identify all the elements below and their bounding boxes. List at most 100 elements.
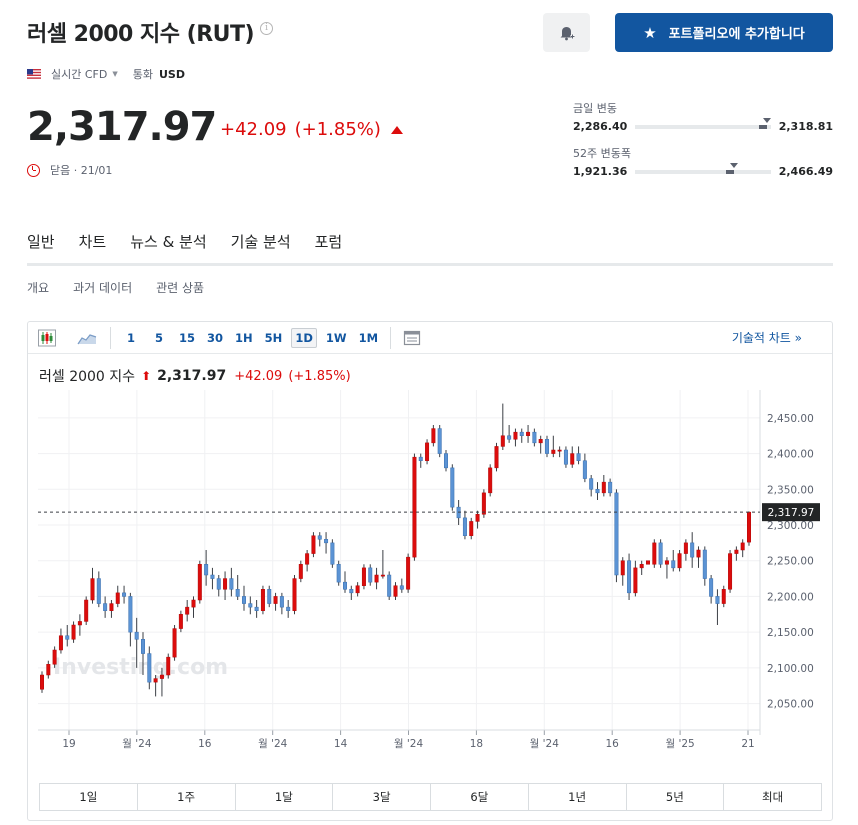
candle-body[interactable] bbox=[450, 467, 455, 508]
candle-body[interactable] bbox=[380, 574, 385, 577]
candle-body[interactable] bbox=[336, 564, 341, 583]
candle-body[interactable] bbox=[513, 431, 518, 440]
interval-1[interactable]: 1 bbox=[120, 328, 142, 348]
candle-body[interactable] bbox=[595, 489, 600, 494]
candle-body[interactable] bbox=[311, 535, 316, 554]
candle-body[interactable] bbox=[740, 542, 745, 551]
candle-body[interactable] bbox=[273, 596, 278, 604]
candle-body[interactable] bbox=[77, 621, 82, 626]
candle-body[interactable] bbox=[141, 639, 145, 654]
candle-body[interactable] bbox=[65, 635, 70, 640]
candle-body[interactable] bbox=[500, 435, 505, 447]
candle-body[interactable] bbox=[589, 478, 594, 490]
interval-15[interactable]: 15 bbox=[176, 328, 198, 348]
candle-body[interactable] bbox=[292, 578, 297, 611]
candle-body[interactable] bbox=[734, 549, 739, 554]
candlestick-type-icon[interactable] bbox=[32, 326, 62, 350]
candle-body[interactable] bbox=[387, 574, 392, 597]
candle-body[interactable] bbox=[267, 589, 272, 604]
candle-body[interactable] bbox=[305, 553, 310, 565]
candle-body[interactable] bbox=[197, 564, 202, 601]
candle-body[interactable] bbox=[223, 578, 228, 590]
chevron-down-icon[interactable]: ▼ bbox=[112, 70, 117, 78]
candle-body[interactable] bbox=[715, 596, 720, 604]
candle-body[interactable] bbox=[71, 624, 76, 640]
tab-overview[interactable]: 일반 bbox=[27, 216, 55, 266]
candle-body[interactable] bbox=[526, 431, 531, 436]
candle-body[interactable] bbox=[399, 585, 404, 590]
candle-body[interactable] bbox=[690, 542, 695, 558]
candle-body[interactable] bbox=[90, 578, 95, 601]
interval-1w[interactable]: 1W bbox=[323, 328, 350, 348]
candle-body[interactable] bbox=[254, 606, 259, 611]
area-chart-icon[interactable] bbox=[72, 326, 102, 350]
candle-body[interactable] bbox=[343, 581, 347, 590]
candle-body[interactable] bbox=[728, 553, 733, 590]
candle-body[interactable] bbox=[677, 553, 682, 569]
candle-body[interactable] bbox=[393, 585, 398, 597]
candle-body[interactable] bbox=[658, 542, 663, 565]
candle-body[interactable] bbox=[166, 656, 171, 676]
candle-body[interactable] bbox=[431, 428, 436, 444]
candle-body[interactable] bbox=[664, 560, 669, 565]
candle-body[interactable] bbox=[601, 481, 606, 494]
candle-body[interactable] bbox=[298, 564, 303, 579]
candle-body[interactable] bbox=[242, 596, 246, 604]
price-chart[interactable]: 2,050.00 2,100.00 2,150.00 2,200.00 2,250.00… bbox=[28, 322, 832, 782]
candle-body[interactable] bbox=[185, 606, 190, 615]
candle-body[interactable] bbox=[747, 511, 751, 543]
candle-body[interactable] bbox=[279, 596, 284, 608]
candle-body[interactable] bbox=[349, 589, 354, 594]
candle-body[interactable] bbox=[627, 560, 632, 594]
candle-body[interactable] bbox=[639, 564, 644, 569]
candle-body[interactable] bbox=[721, 589, 726, 604]
tab-chart[interactable]: 차트 bbox=[79, 216, 107, 266]
candle-body[interactable] bbox=[96, 578, 101, 604]
candle-body[interactable] bbox=[235, 589, 240, 597]
candle-body[interactable] bbox=[614, 492, 619, 576]
candle-body[interactable] bbox=[570, 453, 575, 465]
candle-body[interactable] bbox=[545, 439, 549, 454]
candle-body[interactable] bbox=[507, 435, 512, 440]
calendar-icon[interactable] bbox=[397, 326, 427, 350]
tab-forum[interactable]: 포럼 bbox=[315, 216, 343, 266]
candle-body[interactable] bbox=[532, 431, 537, 444]
candle-body[interactable] bbox=[608, 481, 613, 494]
candle-body[interactable] bbox=[696, 549, 701, 558]
candle-body[interactable] bbox=[519, 431, 524, 436]
candle-body[interactable] bbox=[469, 521, 474, 536]
period-1m[interactable]: 1달 bbox=[236, 784, 334, 810]
candle-body[interactable] bbox=[128, 596, 133, 633]
candle-body[interactable] bbox=[153, 678, 158, 683]
candle-body[interactable] bbox=[444, 453, 448, 469]
candle-body[interactable] bbox=[330, 542, 335, 565]
candle-body[interactable] bbox=[229, 578, 234, 590]
candle-body[interactable] bbox=[437, 428, 442, 454]
candle-body[interactable] bbox=[563, 449, 568, 465]
candle-body[interactable] bbox=[147, 653, 152, 683]
period-1d[interactable]: 1일 bbox=[40, 784, 138, 810]
candle-body[interactable] bbox=[406, 556, 411, 590]
candle-body[interactable] bbox=[58, 635, 63, 651]
period-1w[interactable]: 1주 bbox=[138, 784, 236, 810]
tab-news-analysis[interactable]: 뉴스 & 분석 bbox=[130, 216, 206, 266]
candle-body[interactable] bbox=[84, 599, 89, 622]
interval-30[interactable]: 30 bbox=[204, 328, 226, 348]
candle-body[interactable] bbox=[620, 560, 625, 576]
candle-body[interactable] bbox=[412, 456, 417, 558]
candle-body[interactable] bbox=[286, 606, 291, 611]
candle-body[interactable] bbox=[115, 592, 120, 604]
candle-body[interactable] bbox=[425, 442, 430, 461]
candle-body[interactable] bbox=[652, 542, 657, 565]
technical-chart-link[interactable]: 기술적 차트 » bbox=[732, 329, 802, 346]
subtab-historical-data[interactable]: 과거 데이터 bbox=[73, 279, 132, 296]
subtab-related[interactable]: 관련 상품 bbox=[156, 279, 204, 296]
candle-body[interactable] bbox=[134, 631, 139, 640]
candle-body[interactable] bbox=[355, 585, 360, 594]
candle-body[interactable] bbox=[109, 603, 114, 611]
candle-body[interactable] bbox=[216, 578, 221, 590]
info-circle-icon[interactable]: i bbox=[260, 21, 274, 35]
add-alert-button[interactable] bbox=[543, 13, 590, 52]
period-max[interactable]: 최대 bbox=[724, 784, 821, 810]
period-1y[interactable]: 1년 bbox=[529, 784, 627, 810]
